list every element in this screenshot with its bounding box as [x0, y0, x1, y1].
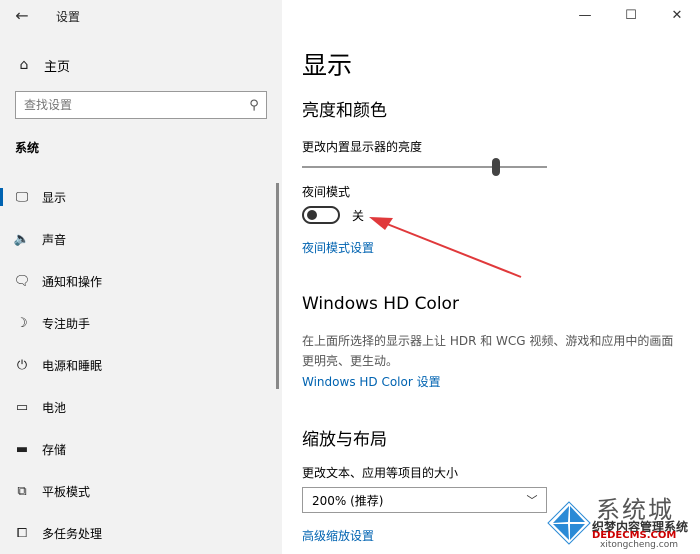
battery-icon: ▭	[15, 399, 29, 415]
sidebar-item-label: 通知和操作	[42, 274, 103, 289]
maximize-button[interactable]: ☐	[608, 0, 654, 30]
night-mode-settings-link[interactable]: 夜间模式设置	[302, 239, 374, 256]
windows-logo-icon	[547, 501, 591, 545]
sidebar-item-label: 多任务处理	[42, 526, 103, 541]
watermark-url: xitongcheng.com	[600, 540, 678, 550]
night-mode-toggle[interactable]	[302, 206, 340, 224]
sidebar-item-storage[interactable]: ▬ 存储	[0, 428, 282, 470]
section-label: 系统	[15, 141, 40, 155]
arrow-left-icon: ←	[15, 5, 29, 25]
window-controls: — ☐ ✕	[562, 0, 700, 30]
sidebar-nav: 🖵 显示 🔈 声音 🗨 通知和操作 ☽ 专注助手 ⏻ 电源和睡眠 ▭ 电池 ▬ …	[0, 176, 282, 554]
back-button[interactable]: ←	[10, 4, 34, 26]
close-button[interactable]: ✕	[654, 0, 700, 30]
sidebar: ← 设置 ⌂ 主页 ⚲ 系统 🖵 显示 🔈 声音 🗨 通知和操作 ☽ 专注助手 …	[0, 0, 282, 554]
multitasking-icon: ⧠	[16, 525, 28, 541]
night-mode-state: 关	[352, 209, 365, 223]
sidebar-scrollbar[interactable]	[276, 183, 279, 389]
sidebar-item-notifications[interactable]: 🗨 通知和操作	[0, 260, 282, 302]
sidebar-item-label: 电源和睡眠	[42, 358, 103, 373]
hdr-settings-link[interactable]: Windows HD Color 设置	[302, 373, 441, 390]
sidebar-item-label: 电池	[42, 400, 67, 415]
sidebar-item-tablet-mode[interactable]: ⧉ 平板模式	[0, 470, 282, 512]
brightness-heading: 亮度和颜色	[302, 101, 387, 121]
slider-track	[302, 166, 547, 168]
search-box[interactable]: ⚲	[15, 91, 267, 119]
chevron-down-icon: ﹀	[526, 494, 538, 507]
minimize-icon: —	[578, 7, 592, 23]
main-content: — ☐ ✕ 显示 亮度和颜色 更改内置显示器的亮度 夜间模式 关 夜间模式设置 …	[282, 0, 700, 554]
sidebar-item-multitasking[interactable]: ⧠ 多任务处理	[0, 512, 282, 554]
sidebar-item-focus-assist[interactable]: ☽ 专注助手	[0, 302, 282, 344]
close-icon: ✕	[671, 7, 683, 23]
sidebar-item-label: 专注助手	[42, 316, 91, 331]
page-title: 显示	[302, 51, 353, 80]
advanced-scaling-link[interactable]: 高级缩放设置	[302, 527, 374, 544]
sidebar-item-label: 声音	[42, 232, 67, 247]
sidebar-item-label: 显示	[42, 190, 67, 205]
sidebar-item-power-sleep[interactable]: ⏻ 电源和睡眠	[0, 344, 282, 386]
search-icon[interactable]: ⚲	[242, 98, 266, 113]
window-title: 设置	[56, 10, 81, 24]
power-icon: ⏻	[16, 357, 28, 373]
hdr-heading: Windows HD Color	[302, 294, 459, 314]
brightness-slider[interactable]	[302, 158, 547, 176]
storage-icon: ▬	[15, 441, 29, 457]
minimize-button[interactable]: —	[562, 0, 608, 30]
sidebar-item-label: 存储	[42, 442, 67, 457]
sidebar-item-label: 平板模式	[42, 484, 91, 499]
night-mode-label: 夜间模式	[302, 185, 351, 199]
sidebar-item-sound[interactable]: 🔈 声音	[0, 218, 282, 260]
notification-icon: 🗨	[13, 273, 31, 289]
scale-label: 更改文本、应用等项目的大小	[302, 466, 459, 480]
maximize-icon: ☐	[625, 7, 637, 23]
sidebar-item-display[interactable]: 🖵 显示	[0, 176, 282, 218]
moon-icon: ☽	[16, 315, 28, 331]
scale-dropdown[interactable]: 200% (推荐) ﹀	[302, 487, 547, 513]
monitor-icon: 🖵	[15, 189, 29, 205]
sidebar-item-label: 主页	[44, 59, 71, 75]
tablet-mode-icon: ⧉	[17, 483, 27, 499]
brightness-label: 更改内置显示器的亮度	[302, 140, 423, 154]
sidebar-item-home[interactable]: ⌂ 主页	[0, 50, 282, 80]
speaker-icon: 🔈	[13, 231, 31, 247]
home-icon: ⌂	[19, 57, 29, 73]
toggle-knob	[307, 210, 317, 220]
hdr-description: 在上面所选择的显示器上让 HDR 和 WCG 视频、游戏和应用中的画面更明亮、更…	[302, 334, 674, 368]
slider-thumb[interactable]	[491, 158, 500, 176]
sidebar-item-battery[interactable]: ▭ 电池	[0, 386, 282, 428]
scale-dropdown-value: 200% (推荐)	[312, 493, 384, 508]
scale-heading: 缩放与布局	[302, 430, 387, 450]
search-input[interactable]	[16, 93, 242, 117]
watermark: 系统城 织梦内容管理系统 DEDECMS.COM xitongcheng.com	[544, 488, 700, 554]
